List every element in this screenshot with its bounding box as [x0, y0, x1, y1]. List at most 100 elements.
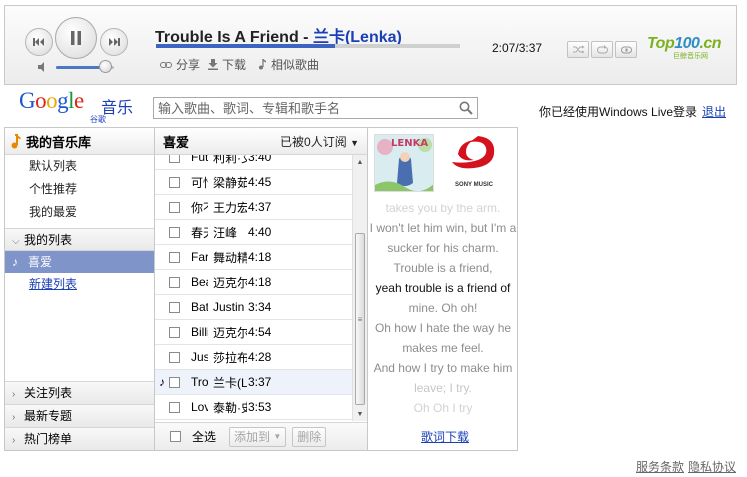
logout-link[interactable]: 退出: [702, 103, 726, 120]
song-checkbox[interactable]: [169, 155, 180, 163]
song-checkbox[interactable]: [169, 176, 180, 188]
speaker-icon[interactable]: [37, 61, 49, 73]
song-list: Fut利莉·艾伦3:40可惜梁静茹4:45你不王力宏4:37春天汪峰4:40Fa…: [155, 155, 352, 421]
lyric-line: sucker for his charm.: [387, 241, 499, 255]
select-all-label[interactable]: 全选: [192, 428, 216, 445]
song-row[interactable]: Bea 迈克尔4:18: [155, 270, 352, 295]
logo-letter: o: [35, 88, 47, 113]
search-input[interactable]: [154, 98, 449, 118]
song-row[interactable]: Far 舞动精灵4:18: [155, 245, 352, 270]
song-row[interactable]: ♪ Tro 兰卡(Lenka)3:37: [155, 370, 352, 395]
song-checkbox[interactable]: [169, 276, 180, 288]
caret-down-icon: ▼: [350, 137, 359, 148]
sidebar-item-favorites[interactable]: 我的最爱: [5, 201, 154, 224]
download-button[interactable]: 下载: [208, 56, 246, 73]
lyrics-download-link[interactable]: 歌词下载: [421, 428, 469, 445]
song-duration: 4:54: [248, 325, 272, 339]
song-checkbox[interactable]: [169, 201, 180, 213]
lyric-line: Oh how I hate the way he: [374, 321, 512, 335]
next-icon: [109, 38, 120, 46]
share-button[interactable]: 分享: [160, 56, 200, 73]
song-list-scrollbar[interactable]: ▲ ≡ ▼: [352, 155, 367, 421]
logo-letter: o: [46, 88, 58, 113]
album-cover[interactable]: LENKA: [374, 134, 434, 192]
pause-button[interactable]: [55, 17, 97, 59]
next-button[interactable]: [100, 28, 128, 56]
link-icon: [160, 61, 172, 68]
volume-knob[interactable]: [99, 60, 113, 73]
song-row[interactable]: 春天汪峰 4:40: [155, 220, 352, 245]
song-duration: 4:37: [248, 200, 272, 214]
song-duration: 4:45: [248, 175, 272, 189]
song-row[interactable]: Fut 利莉·艾伦3:40: [155, 155, 352, 170]
scrollbar-thumb[interactable]: ≡: [355, 233, 365, 405]
song-duration: 3:53: [248, 400, 272, 414]
song-checkbox[interactable]: [169, 251, 180, 263]
song-checkbox[interactable]: [169, 326, 180, 338]
sony-music-symbol: [452, 136, 495, 169]
song-checkbox[interactable]: [169, 226, 180, 238]
similar-songs-button[interactable]: 相似歌曲: [258, 56, 319, 73]
latest-topics-header[interactable]: › 最新专题: [5, 404, 154, 427]
song-name: Far: [191, 250, 208, 264]
privacy-policy-link[interactable]: 隐私协议: [688, 458, 736, 475]
lyric-line: I won't let him win, but I'm a: [369, 221, 517, 235]
song-row[interactable]: Bat Justin 3:34: [155, 295, 352, 320]
follow-lists-header[interactable]: › 关注列表: [5, 381, 154, 404]
terms-of-service-link[interactable]: 服务条款: [636, 458, 684, 475]
song-row[interactable]: Billi 迈克尔 4:54: [155, 320, 352, 345]
now-playing-note-icon: ♪: [159, 375, 165, 389]
latest-topics-label: 最新专题: [24, 409, 73, 423]
scroll-down-arrow-icon[interactable]: ▼: [353, 407, 367, 421]
sidebar-item-default-list[interactable]: 默认列表: [5, 155, 154, 178]
top100-logo[interactable]: Top100.cn 巨鲸音乐网: [647, 35, 723, 65]
music-library-icon: [11, 133, 21, 148]
my-lists-label: 我的列表: [24, 233, 73, 247]
chevron-down-icon: ⌵: [12, 236, 20, 247]
playlist-footer: 全选 添加到 ▼ 删除: [155, 422, 367, 450]
chevron-right-icon: ›: [12, 412, 16, 423]
song-row[interactable]: Lov 泰勒·史 3:53: [155, 395, 352, 420]
subscribers-label: 已被0人订阅: [280, 134, 347, 149]
library-header[interactable]: 我的音乐库: [5, 128, 154, 155]
repeat-button[interactable]: [591, 41, 613, 58]
song-row[interactable]: 你不王力宏4:37: [155, 195, 352, 220]
repeat-one-button[interactable]: [615, 41, 637, 58]
sony-music-logo[interactable]: SONY MUSIC: [444, 132, 504, 194]
playlist-header: 喜爱 已被0人订阅 ▼: [155, 128, 367, 155]
google-music-logo[interactable]: Google 音乐 谷歌: [19, 88, 133, 124]
song-row[interactable]: Jus 莎拉布 4:28: [155, 345, 352, 370]
follow-lists-label: 关注列表: [24, 386, 73, 400]
logo-top-text: Top: [647, 35, 675, 52]
subscribers-dropdown[interactable]: 已被0人订阅 ▼: [280, 133, 359, 150]
search-icon[interactable]: [459, 101, 473, 115]
lyrics-panel: LENKA SONY MUSIC takes you by the arm. I …: [369, 128, 517, 450]
shuffle-button[interactable]: [567, 41, 589, 58]
scroll-up-arrow-icon[interactable]: ▲: [353, 155, 367, 169]
previous-button[interactable]: [25, 28, 53, 56]
add-to-button[interactable]: 添加到 ▼: [229, 426, 287, 447]
new-list-link[interactable]: 新建列表: [29, 275, 77, 292]
select-all-checkbox[interactable]: [170, 431, 181, 442]
song-row[interactable]: 可惜梁静茹4:45: [155, 170, 352, 195]
music-note-icon: [259, 59, 266, 70]
my-lists-header[interactable]: ⌵ 我的列表: [5, 228, 154, 251]
like-list-label: 喜爱: [28, 255, 53, 269]
lyric-line: yeah trouble is a friend of: [375, 281, 511, 295]
song-checkbox[interactable]: [169, 401, 180, 413]
logo-letter: g: [57, 88, 69, 113]
progress-fill: [156, 44, 336, 48]
sidebar-item-like-list[interactable]: ♪ 喜爱: [5, 251, 154, 273]
song-checkbox[interactable]: [169, 301, 180, 313]
song-name: Jus: [191, 350, 208, 364]
logo-cn-text: 谷歌: [90, 115, 106, 124]
song-duration: 4:18: [248, 275, 272, 289]
hot-charts-header[interactable]: › 热门榜单: [5, 427, 154, 450]
sidebar-item-recommendations[interactable]: 个性推荐: [5, 178, 154, 201]
song-name: 你不: [191, 200, 208, 215]
song-duration: 3:40: [248, 155, 272, 164]
progress-bar[interactable]: [156, 44, 460, 48]
delete-button[interactable]: 删除: [292, 426, 327, 447]
song-checkbox[interactable]: [169, 376, 180, 388]
song-checkbox[interactable]: [169, 351, 180, 363]
